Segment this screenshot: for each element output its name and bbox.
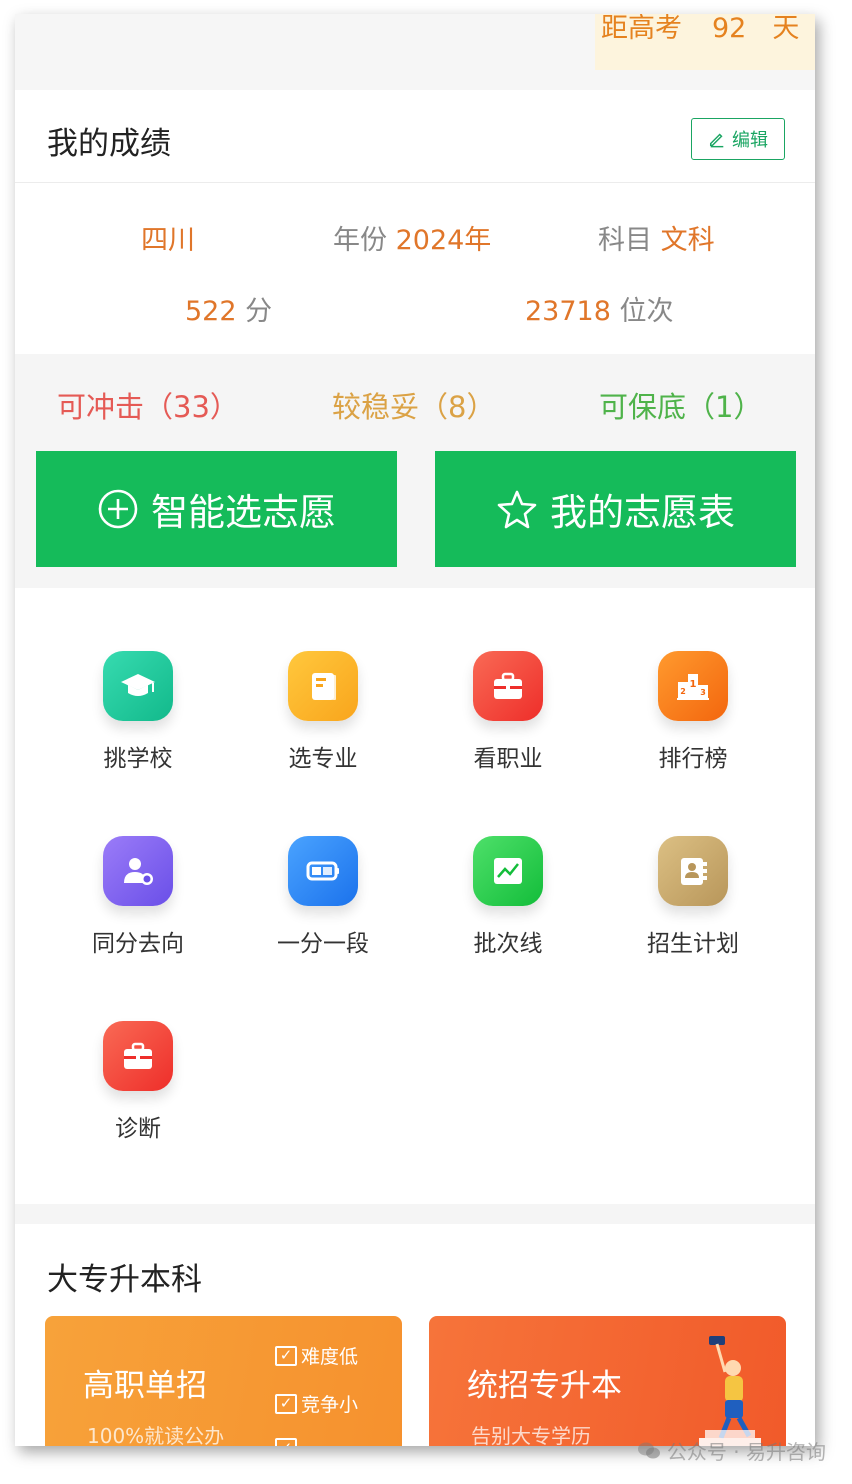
grid-label: 选专业 — [288, 746, 358, 772]
card-tag: ✓ — [275, 1438, 297, 1446]
score-unit: 分 — [245, 296, 273, 327]
section-divider — [15, 1204, 815, 1224]
grid-item-view-careers[interactable]: 看职业 — [428, 651, 588, 773]
grid-item-batch-line[interactable]: 批次线 — [428, 836, 588, 958]
svg-text:2: 2 — [680, 687, 686, 696]
card-subtitle: 告别大专学历 — [471, 1424, 591, 1446]
safe-schools-link[interactable]: 可保底（1） — [599, 384, 762, 426]
grid-label: 一分一段 — [277, 931, 369, 957]
grid-label: 招生计划 — [647, 931, 739, 957]
grid-item-rankings[interactable]: 12 3 排行榜 — [613, 651, 773, 773]
grid-item-pick-school[interactable]: 挑学校 — [58, 651, 218, 773]
section-title-my-scores: 我的成绩 — [47, 126, 171, 162]
exam-countdown: 距高考 92 天 — [595, 14, 815, 70]
card-tag: ✓ 竞争小 — [275, 1390, 358, 1417]
card-title: 统招专升本 — [467, 1368, 622, 1404]
province-selector[interactable]: 四川 — [141, 218, 195, 257]
grid-label: 批次线 — [473, 931, 543, 957]
year-label: 年份 — [333, 225, 387, 256]
score-field[interactable]: 522 分 — [185, 289, 272, 328]
graduation-cap-icon — [103, 651, 173, 721]
pencil-icon — [709, 133, 724, 148]
briefcase-icon — [103, 1021, 173, 1091]
book-icon — [288, 651, 358, 721]
rank-unit: 位次 — [619, 296, 674, 327]
reach-schools-link[interactable]: 可冲击（33） — [57, 384, 239, 426]
card-vocational-admission[interactable]: 高职单招 100%就读公办 ✓ 难度低 ✓ 竞争小 ✓ — [45, 1316, 402, 1446]
my-table-button[interactable]: 我的志愿表 — [435, 451, 796, 567]
watermark: 公众号 · 易升咨询 — [637, 1436, 826, 1465]
grid-item-pick-major[interactable]: 选专业 — [243, 651, 403, 773]
student-figure-icon — [699, 1336, 761, 1446]
score-header: 我的成绩 编辑 — [15, 90, 815, 183]
card-tag-label: 难度低 — [301, 1346, 359, 1368]
subject-selector[interactable]: 科目 文科 — [598, 218, 715, 257]
countdown-days: 92 — [712, 14, 747, 44]
battery-icon — [288, 836, 358, 906]
section-title-upgrade: 大专升本科 — [47, 1262, 202, 1298]
svg-text:3: 3 — [700, 688, 706, 697]
grid-item-admission-plan[interactable]: 招生计划 — [613, 836, 773, 958]
person-icon — [103, 836, 173, 906]
podium-icon: 12 3 — [658, 651, 728, 721]
edit-button-label: 编辑 — [732, 130, 768, 151]
subject-value: 文科 — [660, 225, 715, 256]
grid-label: 排行榜 — [658, 746, 728, 772]
grid-item-same-score[interactable]: 同分去向 — [58, 836, 218, 958]
checkbox-icon: ✓ — [275, 1393, 297, 1414]
watermark-text: 公众号 · 易升咨询 — [666, 1440, 826, 1464]
wechat-icon — [637, 1442, 660, 1458]
checkbox-icon: ✓ — [275, 1438, 297, 1446]
edit-button[interactable]: 编辑 — [691, 118, 785, 160]
briefcase-icon — [473, 651, 543, 721]
svg-text:1: 1 — [690, 679, 697, 690]
my-table-label: 我的志愿表 — [550, 491, 735, 534]
trend-chart-icon — [473, 836, 543, 906]
contact-book-icon — [658, 836, 728, 906]
grid-label: 同分去向 — [92, 931, 184, 957]
subject-label: 科目 — [598, 225, 652, 256]
stable-schools-link[interactable]: 较稳妥（8） — [332, 384, 495, 426]
countdown-prefix: 距高考 — [601, 14, 682, 44]
grid-label: 挑学校 — [103, 746, 173, 772]
card-subtitle: 100%就读公办 — [87, 1424, 225, 1446]
grid-label: 诊断 — [115, 1116, 161, 1142]
star-icon — [497, 490, 537, 529]
card-tag-label: 竞争小 — [301, 1394, 359, 1416]
grid-item-diagnosis[interactable]: 诊断 — [58, 1021, 218, 1143]
card-title: 高职单招 — [83, 1368, 207, 1404]
card-unified-upgrade[interactable]: 统招专升本 告别大专学历 — [429, 1316, 786, 1446]
smart-select-label: 智能选志愿 — [151, 491, 336, 534]
phone-screen: 距高考 92 天 我的成绩 编辑 四川 年份 2024年 科目 文科 522 分 — [15, 14, 815, 1446]
plus-circle-icon — [98, 489, 138, 529]
checkbox-icon: ✓ — [275, 1345, 297, 1366]
card-tag: ✓ 难度低 — [275, 1342, 358, 1369]
year-value: 2024年 — [395, 225, 492, 256]
countdown-unit: 天 — [772, 14, 800, 44]
smart-select-button[interactable]: 智能选志愿 — [36, 451, 397, 567]
grid-item-score-segment[interactable]: 一分一段 — [243, 836, 403, 958]
rank-field[interactable]: 23718 位次 — [525, 289, 674, 328]
score-value: 522 — [185, 296, 237, 327]
rank-value: 23718 — [525, 296, 611, 327]
grid-label: 看职业 — [473, 746, 543, 772]
year-selector[interactable]: 年份 2024年 — [333, 218, 491, 257]
